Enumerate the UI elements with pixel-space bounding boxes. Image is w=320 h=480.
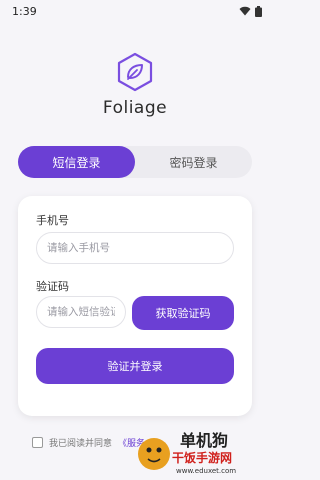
app-name: Foliage bbox=[102, 98, 168, 118]
verify-login-button[interactable]: 验证并登录 bbox=[36, 348, 234, 384]
wifi-icon bbox=[239, 6, 251, 16]
phone-label: 手机号 bbox=[36, 214, 69, 227]
phone-input[interactable] bbox=[36, 232, 234, 264]
login-mode-tabs: 短信登录 密码登录 bbox=[18, 146, 252, 178]
code-label: 验证码 bbox=[36, 280, 69, 293]
sms-code-input[interactable] bbox=[36, 296, 126, 328]
status-icons bbox=[239, 5, 262, 17]
agreement-row: 我已阅读并同意 《服务 bbox=[32, 436, 145, 449]
watermark-title: 单机狗 bbox=[180, 431, 228, 450]
site-watermark: 单机狗 干饭手游网 www.eduxet.com bbox=[138, 431, 236, 475]
get-code-button[interactable]: 获取验证码 bbox=[132, 296, 234, 330]
agreement-checkbox[interactable] bbox=[32, 437, 43, 448]
app-logo-icon bbox=[117, 52, 153, 92]
battery-icon bbox=[255, 5, 262, 17]
status-time: 1:39 bbox=[12, 4, 37, 18]
tab-password-login[interactable]: 密码登录 bbox=[135, 146, 252, 178]
watermark-url: www.eduxet.com bbox=[176, 467, 236, 475]
status-bar: 1:39 bbox=[0, 0, 270, 22]
login-card: 手机号 验证码 获取验证码 验证并登录 bbox=[18, 196, 252, 416]
agreement-text: 我已阅读并同意 bbox=[49, 439, 113, 449]
tab-sms-login[interactable]: 短信登录 bbox=[18, 146, 135, 178]
watermark-subtitle: 干饭手游网 bbox=[172, 450, 232, 465]
